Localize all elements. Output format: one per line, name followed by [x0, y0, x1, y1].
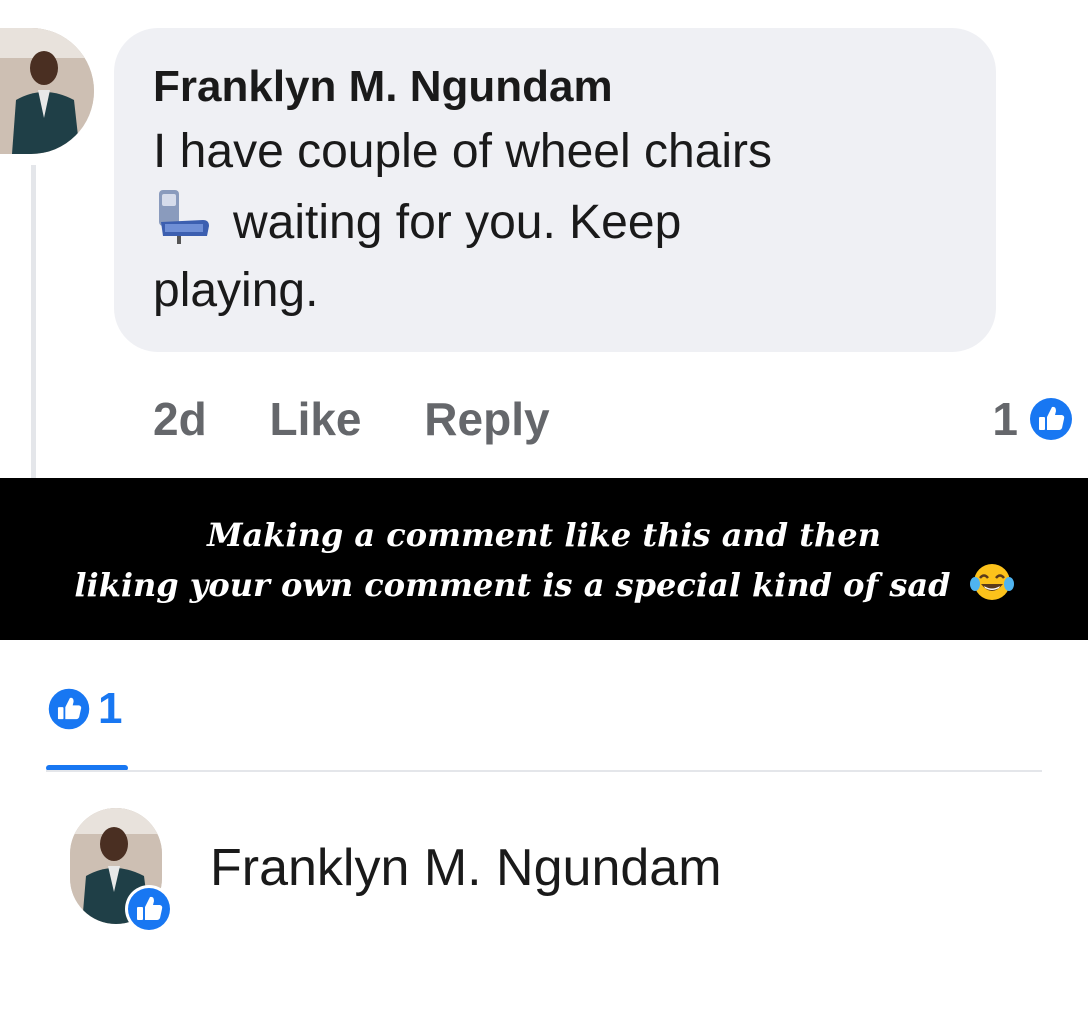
- caption-line: liking your own comment is a special kin…: [0, 560, 1088, 610]
- comment-bubble: Franklyn M. Ngundam I have couple of whe…: [114, 28, 996, 352]
- comment-actions: 2d Like Reply: [153, 392, 600, 446]
- comment-timestamp[interactable]: 2d: [153, 393, 207, 445]
- like-reaction-icon: [125, 885, 173, 933]
- caption-text: liking your own comment is a special kin…: [74, 566, 951, 604]
- seat-icon: [153, 186, 213, 244]
- comment-text: I have couple of wheel chairs waiting fo…: [153, 118, 956, 325]
- comment-panel: Franklyn M. Ngundam I have couple of whe…: [0, 0, 1088, 478]
- reactor-name[interactable]: Franklyn M. Ngundam: [210, 838, 722, 898]
- caption-line: Making a comment like this and then: [207, 516, 881, 554]
- thread-line: [31, 165, 36, 478]
- divider: [46, 770, 1042, 772]
- comment-author[interactable]: Franklyn M. Ngundam: [153, 62, 956, 112]
- meme-caption: Making a comment like this and then liki…: [0, 478, 1088, 640]
- reply-button[interactable]: Reply: [424, 393, 549, 445]
- tears-of-joy-emoji-icon: [969, 560, 1014, 604]
- like-reaction-icon: [48, 688, 90, 730]
- reaction-count[interactable]: 1: [992, 392, 1018, 446]
- commenter-avatar[interactable]: [0, 28, 94, 154]
- comment-text-line: I have couple of wheel chairs: [153, 125, 773, 178]
- reactions-panel: 1 Franklyn M. Ngundam: [0, 640, 1088, 1014]
- like-button[interactable]: Like: [269, 393, 361, 445]
- tab-like-reactions[interactable]: 1: [46, 684, 122, 734]
- comment-text-line: waiting for you. Keep: [153, 186, 956, 257]
- comment-text-line: playing.: [153, 264, 319, 317]
- comment-text-fragment: waiting for you. Keep: [233, 196, 682, 249]
- tab-like-count: 1: [98, 684, 123, 733]
- like-reaction-icon[interactable]: [1026, 394, 1076, 444]
